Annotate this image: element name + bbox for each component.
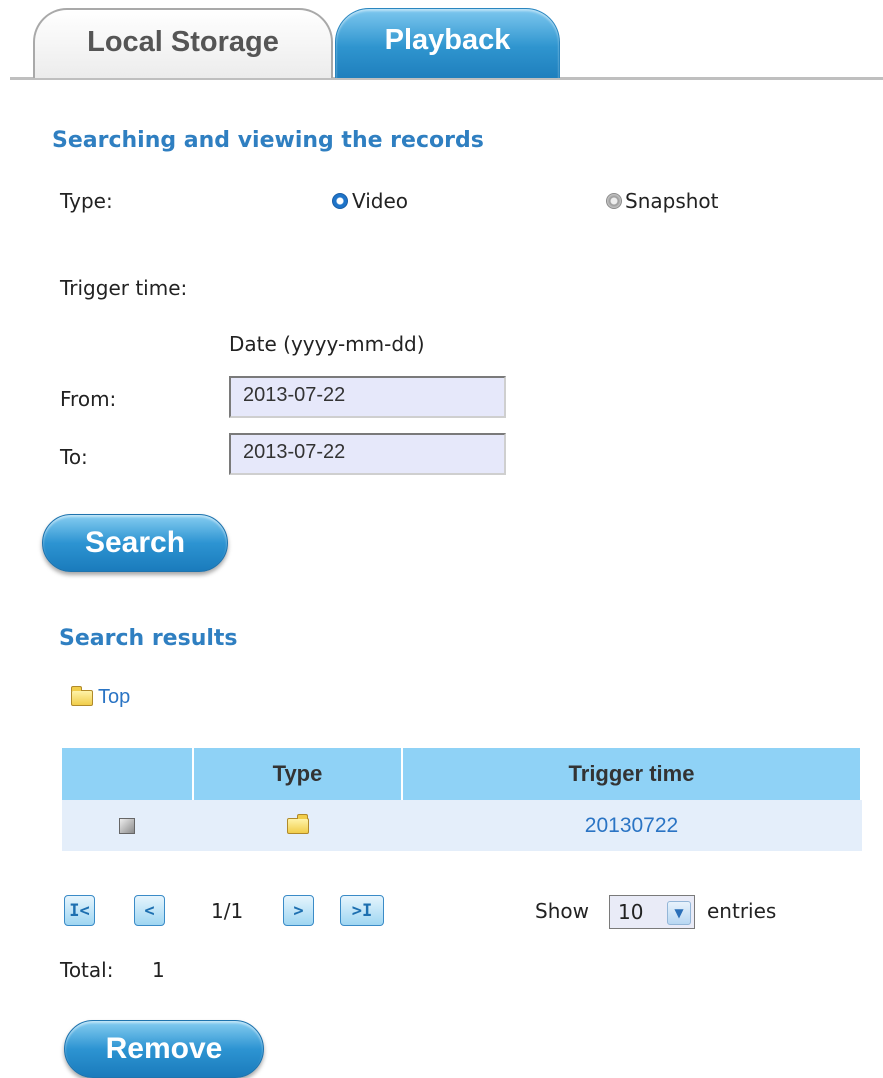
tab-playback[interactable]: Playback bbox=[335, 8, 560, 78]
snapshot-radio-label[interactable]: Snapshot bbox=[625, 189, 719, 213]
video-radio[interactable] bbox=[332, 193, 348, 209]
folder-icon bbox=[71, 686, 93, 706]
last-page-button[interactable]: >I bbox=[340, 895, 384, 926]
type-label: Type: bbox=[60, 189, 113, 213]
entries-select-value: 10 bbox=[618, 900, 644, 924]
search-button[interactable]: Search bbox=[42, 514, 228, 572]
snapshot-radio[interactable] bbox=[606, 193, 622, 209]
trigger-time-link[interactable]: 20130722 bbox=[585, 814, 678, 837]
date-format-label: Date (yyyy-mm-dd) bbox=[229, 332, 425, 356]
row-trigger-time-cell: 20130722 bbox=[402, 800, 862, 851]
trigger-time-label: Trigger time: bbox=[60, 276, 188, 300]
row-checkbox[interactable] bbox=[119, 817, 135, 834]
table-header-row: Type Trigger time bbox=[62, 748, 862, 800]
first-page-button[interactable]: I< bbox=[64, 895, 95, 926]
remove-button[interactable]: Remove bbox=[64, 1020, 264, 1078]
chevron-down-icon[interactable]: ▼ bbox=[667, 901, 691, 925]
column-header-select bbox=[62, 748, 194, 800]
folder-icon[interactable] bbox=[286, 813, 309, 834]
tab-local-storage[interactable]: Local Storage bbox=[33, 8, 333, 78]
total-value: 1 bbox=[152, 958, 165, 982]
show-label: Show bbox=[535, 899, 589, 923]
breadcrumb-top-link[interactable]: Top bbox=[98, 686, 130, 709]
search-section-title: Searching and viewing the records bbox=[52, 128, 484, 153]
column-header-type: Type bbox=[193, 748, 403, 800]
to-date-input[interactable]: 2013-07-22 bbox=[229, 433, 506, 475]
results-table: Type Trigger time 20130722 bbox=[62, 748, 862, 851]
row-select-cell bbox=[62, 800, 194, 851]
from-label: From: bbox=[60, 387, 117, 411]
prev-page-button[interactable]: < bbox=[134, 895, 165, 926]
table-row: 20130722 bbox=[62, 800, 862, 851]
entries-select[interactable]: 10 ▼ bbox=[609, 895, 695, 929]
to-label: To: bbox=[60, 445, 88, 469]
search-results-title: Search results bbox=[59, 626, 238, 651]
page-indicator: 1/1 bbox=[211, 899, 244, 923]
total-label: Total: bbox=[60, 958, 114, 982]
from-date-input[interactable]: 2013-07-22 bbox=[229, 376, 506, 418]
next-page-button[interactable]: > bbox=[283, 895, 314, 926]
entries-label: entries bbox=[707, 899, 777, 923]
column-header-trigger-time: Trigger time bbox=[402, 748, 862, 800]
video-radio-label[interactable]: Video bbox=[352, 189, 408, 213]
row-type-cell bbox=[193, 800, 403, 851]
